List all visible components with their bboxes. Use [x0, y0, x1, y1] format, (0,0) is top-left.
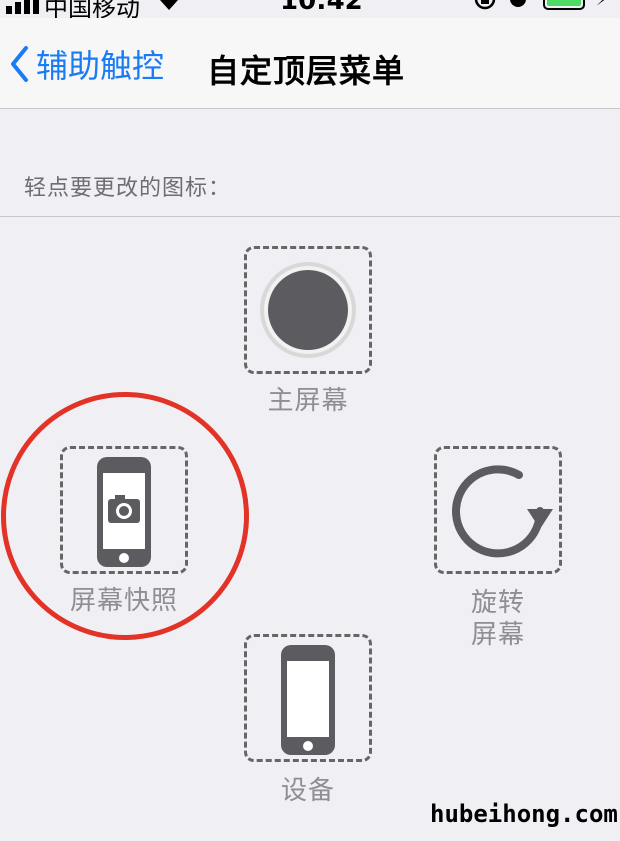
section-header: 轻点要更改的图标： — [24, 176, 232, 201]
menu-item-home[interactable]: 主屏幕 — [238, 246, 378, 416]
wifi-icon — [160, 0, 178, 10]
menu-label-rotate-line2: 屏幕 — [470, 620, 525, 650]
rotate-icon — [452, 465, 553, 558]
battery-icon — [543, 0, 585, 10]
rotation-lock-icon — [474, 0, 496, 10]
navigation-bar: 辅助触控 自定顶层菜单 — [0, 18, 620, 109]
icon-slot-device — [244, 634, 372, 762]
icon-slot-rotate — [434, 446, 562, 574]
status-time: 10:42 — [280, 0, 363, 16]
menu-label-home: 主屏幕 — [267, 386, 349, 416]
divider — [0, 216, 620, 217]
back-button[interactable]: 辅助触控 — [8, 42, 164, 86]
icon-slot-home — [244, 246, 372, 374]
alarm-icon — [510, 0, 526, 7]
menu-label-device: 设备 — [280, 776, 335, 806]
watermark: hubeihong.com — [430, 800, 618, 828]
signal-icon — [6, 0, 42, 14]
status-bar: 中国移动 10:42 ⚡ — [0, 0, 620, 22]
charging-icon: ⚡ — [596, 0, 607, 9]
home-button-icon — [260, 262, 356, 358]
device-phone-icon — [281, 645, 335, 755]
menu-item-rotate[interactable]: 旋转 屏幕 — [430, 446, 570, 650]
highlight-circle — [1, 392, 249, 640]
back-button-label: 辅助触控 — [36, 47, 165, 85]
menu-item-device[interactable]: 设备 — [238, 634, 378, 806]
chevron-left-icon — [11, 46, 28, 82]
page-title: 自定顶层菜单 — [207, 52, 406, 90]
